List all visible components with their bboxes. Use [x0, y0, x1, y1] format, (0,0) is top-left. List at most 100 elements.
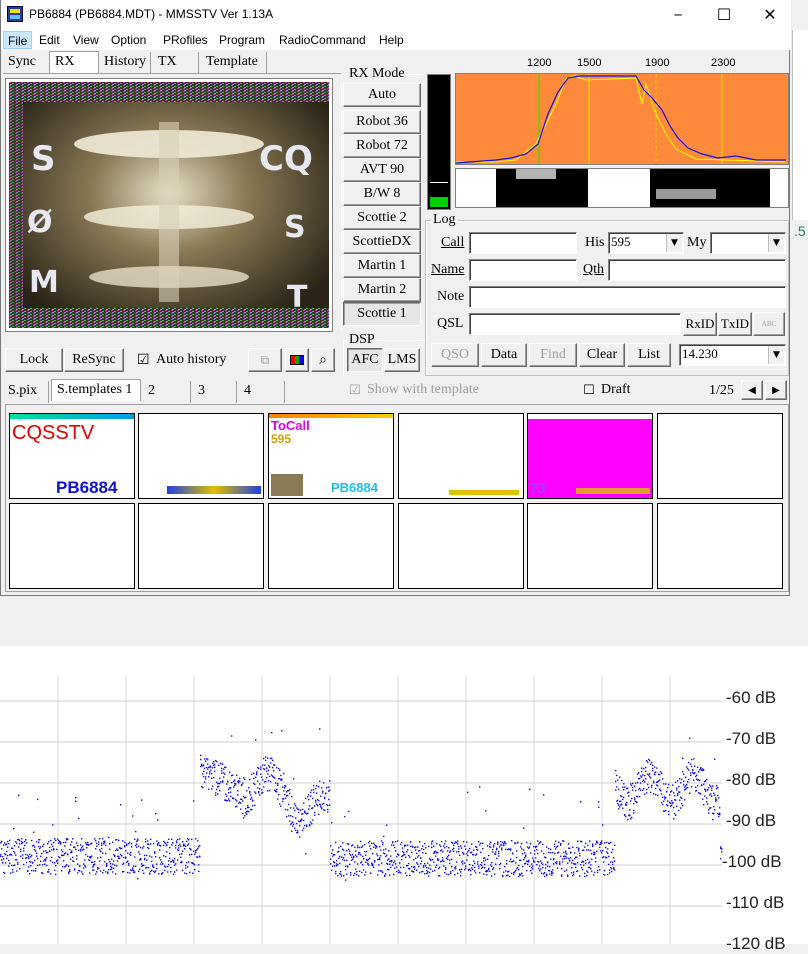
close-button[interactable]: ✕: [747, 0, 793, 30]
menu-program[interactable]: Program: [215, 31, 269, 49]
qso-button[interactable]: QSO: [431, 343, 479, 367]
rx-image: S Ø M CQ S T: [9, 82, 329, 328]
menu-option[interactable]: Option: [107, 31, 150, 49]
page-counter: 1/25: [709, 383, 734, 398]
note-input[interactable]: [469, 286, 786, 308]
abc-button[interactable]: ABC: [753, 312, 785, 336]
mode-robot36-button[interactable]: Robot 36: [343, 110, 421, 134]
freq-1500: 1500: [577, 57, 602, 69]
lock-button[interactable]: Lock: [5, 348, 63, 372]
show-template-checkbox[interactable]: ☑: [349, 383, 361, 398]
menu-radiocommand[interactable]: RadioCommand: [275, 31, 370, 49]
mode-scottie1-button[interactable]: Scottie 1: [343, 302, 421, 326]
auto-history-checkbox[interactable]: ☑: [137, 352, 150, 368]
name-input[interactable]: [469, 259, 577, 281]
clear-button[interactable]: Clear: [579, 343, 625, 367]
menu-view[interactable]: View: [69, 31, 103, 49]
call-label: Call: [441, 235, 465, 250]
txid-button[interactable]: TxID: [718, 312, 752, 336]
rx-mode-label: RX Mode: [347, 66, 407, 82]
mode-martin2-button[interactable]: Martin 2: [343, 278, 421, 302]
note-label: Note: [437, 289, 465, 304]
draft-checkbox[interactable]: ☐: [583, 383, 595, 398]
maximize-button[interactable]: ☐: [701, 0, 747, 30]
copy-icon[interactable]: ⧉: [248, 348, 282, 372]
draft-label: Draft: [601, 382, 631, 397]
template-thumb-6[interactable]: [657, 413, 783, 499]
minimize-button[interactable]: ─: [655, 0, 701, 30]
mode-bw8-button[interactable]: B/W 8: [343, 182, 421, 206]
spectrum-plot: [0, 676, 723, 944]
his-value: 595: [611, 234, 631, 249]
tab-stemplates-1[interactable]: S.templates 1: [51, 379, 141, 401]
tab-rx[interactable]: RX: [49, 51, 99, 73]
tab-template[interactable]: Template: [201, 52, 267, 74]
svg-text:T: T: [287, 280, 308, 315]
template-thumb-5[interactable]: 73: [527, 413, 653, 499]
template-thumb-3[interactable]: ToCall 595 PB6884: [268, 413, 394, 499]
chevron-down-icon[interactable]: ▼: [666, 234, 682, 252]
data-button[interactable]: Data: [481, 343, 527, 367]
freq-1900: 1900: [645, 57, 670, 69]
template-thumb-8[interactable]: [138, 503, 264, 589]
svg-text:S: S: [31, 139, 56, 179]
mode-scottiedx-button[interactable]: ScottieDX: [343, 230, 421, 254]
template-thumb-10[interactable]: [398, 503, 524, 589]
call-input[interactable]: [469, 232, 577, 254]
frequency-value: 14.230: [682, 346, 718, 361]
palette-icon[interactable]: [285, 348, 309, 372]
lms-button[interactable]: LMS: [384, 348, 420, 372]
auto-history-label: Auto history: [156, 352, 227, 367]
mode-scottie2-button[interactable]: Scottie 2: [343, 206, 421, 230]
tab-history[interactable]: History: [99, 52, 151, 74]
qth-input[interactable]: [608, 259, 786, 281]
template-panel: CQSSTV PB6884 ToCall 595 PB6884 73: [5, 404, 789, 592]
chevron-down-icon[interactable]: ▼: [768, 346, 784, 364]
page-next-button[interactable]: ▶: [765, 380, 787, 400]
menu-help[interactable]: Help: [375, 31, 408, 49]
template-thumb-11[interactable]: [527, 503, 653, 589]
menu-profiles[interactable]: PRofiles: [159, 31, 212, 49]
dsp-label: DSP: [347, 332, 377, 348]
rxid-button[interactable]: RxID: [683, 312, 717, 336]
my-select[interactable]: ▼: [710, 232, 786, 254]
zoom-icon[interactable]: ⌕: [311, 348, 335, 372]
tab-sync[interactable]: Sync: [3, 52, 47, 74]
template-thumb-1[interactable]: CQSSTV PB6884: [9, 413, 135, 499]
qsl-label: QSL: [437, 316, 464, 331]
afc-button[interactable]: AFC: [347, 348, 383, 372]
mode-avt90-button[interactable]: AVT 90: [343, 158, 421, 182]
menu-file[interactable]: File: [3, 31, 33, 49]
tab-spix[interactable]: S.pix: [3, 381, 49, 403]
mode-martin1-button[interactable]: Martin 1: [343, 254, 421, 278]
template-thumb-4[interactable]: [398, 413, 524, 499]
svg-text:M: M: [29, 265, 59, 300]
template-thumb-2[interactable]: [138, 413, 264, 499]
list-button[interactable]: List: [627, 343, 671, 367]
qsl-input[interactable]: [469, 313, 681, 335]
his-select[interactable]: 595 ▼: [608, 232, 684, 254]
chevron-down-icon[interactable]: ▼: [768, 234, 784, 252]
resync-button[interactable]: ReSync: [64, 348, 124, 372]
db-label-80: -80 dB: [726, 770, 777, 789]
template-thumb-9[interactable]: [268, 503, 394, 589]
tab-stemplates-4[interactable]: 4: [239, 381, 285, 403]
tab-stemplates-2[interactable]: 2: [143, 381, 191, 403]
page-prev-button[interactable]: ◀: [741, 380, 763, 400]
tab-stemplates-3[interactable]: 3: [193, 381, 237, 403]
template-thumb-7[interactable]: [9, 503, 135, 589]
tab-tx[interactable]: TX: [153, 52, 199, 74]
background-window-edge: [792, 30, 808, 220]
db-label-60: -60 dB: [726, 688, 777, 707]
spectrum-analyzer: -60 dB -70 dB -80 dB -90 dB -100 dB -110…: [0, 646, 808, 953]
find-button[interactable]: Find: [529, 343, 577, 367]
mmsstv-window: PB6884 (PB6884.MDT) - MMSSTV Ver 1.13A ─…: [0, 0, 793, 596]
frequency-select[interactable]: 14.230 ▼: [679, 344, 786, 366]
menu-edit[interactable]: Edit: [35, 31, 64, 49]
template-thumb-12[interactable]: [657, 503, 783, 589]
waterfall-display: [455, 168, 789, 208]
rx-image-frame: S Ø M CQ S T: [5, 78, 333, 332]
db-label-110: -110 dB: [726, 893, 785, 912]
mode-auto-button[interactable]: Auto: [343, 83, 421, 107]
mode-robot72-button[interactable]: Robot 72: [343, 134, 421, 158]
